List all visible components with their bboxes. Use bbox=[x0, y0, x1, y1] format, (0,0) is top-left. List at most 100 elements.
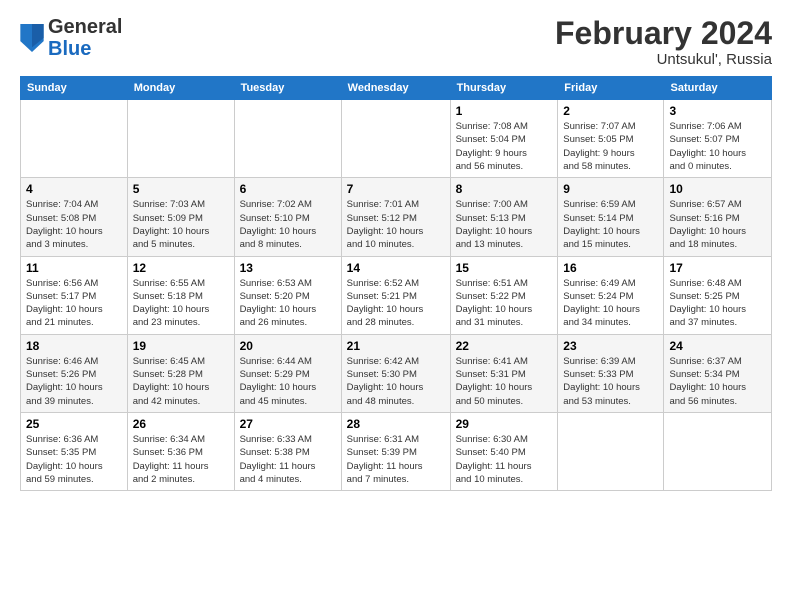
day-info: Sunrise: 6:52 AM Sunset: 5:21 PM Dayligh… bbox=[347, 277, 445, 330]
table-row: 26 Sunrise: 6:34 AM Sunset: 5:36 PM Dayli… bbox=[127, 412, 234, 490]
table-row: 4 Sunrise: 7:04 AM Sunset: 5:08 PM Daylig… bbox=[21, 178, 128, 256]
day-info: Sunrise: 6:42 AM Sunset: 5:30 PM Dayligh… bbox=[347, 355, 445, 408]
day-number: 1 bbox=[456, 104, 553, 118]
table-row bbox=[127, 100, 234, 178]
calendar-week-4: 18 Sunrise: 6:46 AM Sunset: 5:26 PM Dayli… bbox=[21, 334, 772, 412]
header-wednesday: Wednesday bbox=[341, 77, 450, 100]
day-number: 6 bbox=[240, 182, 336, 196]
day-info: Sunrise: 7:07 AM Sunset: 5:05 PM Dayligh… bbox=[563, 120, 658, 173]
logo-icon bbox=[20, 24, 44, 52]
day-number: 5 bbox=[133, 182, 229, 196]
day-info: Sunrise: 6:30 AM Sunset: 5:40 PM Dayligh… bbox=[456, 433, 553, 486]
day-info: Sunrise: 6:53 AM Sunset: 5:20 PM Dayligh… bbox=[240, 277, 336, 330]
header: General Blue February 2024 Untsukul', Ru… bbox=[20, 16, 772, 68]
day-number: 26 bbox=[133, 417, 229, 431]
header-thursday: Thursday bbox=[450, 77, 558, 100]
table-row: 12 Sunrise: 6:55 AM Sunset: 5:18 PM Dayli… bbox=[127, 256, 234, 334]
calendar-header-row: Sunday Monday Tuesday Wednesday Thursday… bbox=[21, 77, 772, 100]
day-info: Sunrise: 6:37 AM Sunset: 5:34 PM Dayligh… bbox=[669, 355, 766, 408]
header-tuesday: Tuesday bbox=[234, 77, 341, 100]
day-number: 16 bbox=[563, 261, 658, 275]
header-saturday: Saturday bbox=[664, 77, 772, 100]
table-row: 25Sunrise: 6:36 AM Sunset: 5:35 PM Dayli… bbox=[21, 412, 128, 490]
table-row: 24 Sunrise: 6:37 AM Sunset: 5:34 PM Dayli… bbox=[664, 334, 772, 412]
calendar-week-3: 11 Sunrise: 6:56 AM Sunset: 5:17 PM Dayli… bbox=[21, 256, 772, 334]
table-row bbox=[21, 100, 128, 178]
day-info: Sunrise: 6:46 AM Sunset: 5:26 PM Dayligh… bbox=[26, 355, 122, 408]
day-number: 19 bbox=[133, 339, 229, 353]
table-row: 28 Sunrise: 6:31 AM Sunset: 5:39 PM Dayli… bbox=[341, 412, 450, 490]
day-number: 17 bbox=[669, 261, 766, 275]
table-row: 17Sunrise: 6:48 AM Sunset: 5:25 PM Dayli… bbox=[664, 256, 772, 334]
day-number: 2 bbox=[563, 104, 658, 118]
table-row: 29 Sunrise: 6:30 AM Sunset: 5:40 PM Dayli… bbox=[450, 412, 558, 490]
day-info: Sunrise: 6:59 AM Sunset: 5:14 PM Dayligh… bbox=[563, 198, 658, 251]
logo-general-text: General bbox=[48, 16, 122, 38]
day-info: Sunrise: 6:49 AM Sunset: 5:24 PM Dayligh… bbox=[563, 277, 658, 330]
table-row: 18 Sunrise: 6:46 AM Sunset: 5:26 PM Dayli… bbox=[21, 334, 128, 412]
table-row bbox=[234, 100, 341, 178]
table-row: 19 Sunrise: 6:45 AM Sunset: 5:28 PM Dayli… bbox=[127, 334, 234, 412]
table-row: 9Sunrise: 6:59 AM Sunset: 5:14 PM Daylig… bbox=[558, 178, 664, 256]
table-row: 23Sunrise: 6:39 AM Sunset: 5:33 PM Dayli… bbox=[558, 334, 664, 412]
calendar-week-1: 1 Sunrise: 7:08 AM Sunset: 5:04 PM Daylig… bbox=[21, 100, 772, 178]
table-row bbox=[664, 412, 772, 490]
day-info: Sunrise: 6:51 AM Sunset: 5:22 PM Dayligh… bbox=[456, 277, 553, 330]
day-info: Sunrise: 6:31 AM Sunset: 5:39 PM Dayligh… bbox=[347, 433, 445, 486]
day-number: 4 bbox=[26, 182, 122, 196]
day-info: Sunrise: 6:55 AM Sunset: 5:18 PM Dayligh… bbox=[133, 277, 229, 330]
day-info: Sunrise: 6:57 AM Sunset: 5:16 PM Dayligh… bbox=[669, 198, 766, 251]
table-row: 2 Sunrise: 7:07 AM Sunset: 5:05 PM Daylig… bbox=[558, 100, 664, 178]
table-row: 27 Sunrise: 6:33 AM Sunset: 5:38 PM Dayli… bbox=[234, 412, 341, 490]
header-friday: Friday bbox=[558, 77, 664, 100]
page: General Blue February 2024 Untsukul', Ru… bbox=[0, 0, 792, 612]
day-number: 10 bbox=[669, 182, 766, 196]
day-info: Sunrise: 7:04 AM Sunset: 5:08 PM Dayligh… bbox=[26, 198, 122, 251]
day-info: Sunrise: 7:00 AM Sunset: 5:13 PM Dayligh… bbox=[456, 198, 553, 251]
table-row: 1 Sunrise: 7:08 AM Sunset: 5:04 PM Daylig… bbox=[450, 100, 558, 178]
table-row: 10 Sunrise: 6:57 AM Sunset: 5:16 PM Dayli… bbox=[664, 178, 772, 256]
day-info: Sunrise: 7:02 AM Sunset: 5:10 PM Dayligh… bbox=[240, 198, 336, 251]
day-info: Sunrise: 6:36 AM Sunset: 5:35 PM Dayligh… bbox=[26, 433, 122, 486]
table-row: 7Sunrise: 7:01 AM Sunset: 5:12 PM Daylig… bbox=[341, 178, 450, 256]
calendar-week-2: 4 Sunrise: 7:04 AM Sunset: 5:08 PM Daylig… bbox=[21, 178, 772, 256]
table-row bbox=[558, 412, 664, 490]
day-number: 21 bbox=[347, 339, 445, 353]
calendar-title: February 2024 bbox=[555, 16, 772, 51]
logo: General Blue bbox=[20, 16, 122, 60]
title-block: February 2024 Untsukul', Russia bbox=[555, 16, 772, 68]
calendar-table: Sunday Monday Tuesday Wednesday Thursday… bbox=[20, 76, 772, 491]
table-row: 11 Sunrise: 6:56 AM Sunset: 5:17 PM Dayli… bbox=[21, 256, 128, 334]
header-monday: Monday bbox=[127, 77, 234, 100]
day-info: Sunrise: 7:08 AM Sunset: 5:04 PM Dayligh… bbox=[456, 120, 553, 173]
day-info: Sunrise: 6:33 AM Sunset: 5:38 PM Dayligh… bbox=[240, 433, 336, 486]
day-info: Sunrise: 6:41 AM Sunset: 5:31 PM Dayligh… bbox=[456, 355, 553, 408]
logo-blue-text: Blue bbox=[48, 38, 91, 60]
calendar-location: Untsukul', Russia bbox=[555, 51, 772, 68]
table-row: 15 Sunrise: 6:51 AM Sunset: 5:22 PM Dayli… bbox=[450, 256, 558, 334]
day-info: Sunrise: 6:34 AM Sunset: 5:36 PM Dayligh… bbox=[133, 433, 229, 486]
table-row: 8 Sunrise: 7:00 AM Sunset: 5:13 PM Daylig… bbox=[450, 178, 558, 256]
table-row: 20Sunrise: 6:44 AM Sunset: 5:29 PM Dayli… bbox=[234, 334, 341, 412]
day-number: 29 bbox=[456, 417, 553, 431]
day-info: Sunrise: 6:44 AM Sunset: 5:29 PM Dayligh… bbox=[240, 355, 336, 408]
day-number: 7 bbox=[347, 182, 445, 196]
day-info: Sunrise: 6:56 AM Sunset: 5:17 PM Dayligh… bbox=[26, 277, 122, 330]
day-number: 24 bbox=[669, 339, 766, 353]
day-number: 3 bbox=[669, 104, 766, 118]
day-info: Sunrise: 6:45 AM Sunset: 5:28 PM Dayligh… bbox=[133, 355, 229, 408]
day-number: 27 bbox=[240, 417, 336, 431]
day-number: 12 bbox=[133, 261, 229, 275]
day-number: 28 bbox=[347, 417, 445, 431]
table-row: 21 Sunrise: 6:42 AM Sunset: 5:30 PM Dayli… bbox=[341, 334, 450, 412]
day-number: 11 bbox=[26, 261, 122, 275]
day-number: 13 bbox=[240, 261, 336, 275]
day-info: Sunrise: 7:06 AM Sunset: 5:07 PM Dayligh… bbox=[669, 120, 766, 173]
header-sunday: Sunday bbox=[21, 77, 128, 100]
table-row: 3 Sunrise: 7:06 AM Sunset: 5:07 PM Daylig… bbox=[664, 100, 772, 178]
table-row: 13 Sunrise: 6:53 AM Sunset: 5:20 PM Dayli… bbox=[234, 256, 341, 334]
day-number: 18 bbox=[26, 339, 122, 353]
day-number: 8 bbox=[456, 182, 553, 196]
table-row: 6 Sunrise: 7:02 AM Sunset: 5:10 PM Daylig… bbox=[234, 178, 341, 256]
day-number: 15 bbox=[456, 261, 553, 275]
